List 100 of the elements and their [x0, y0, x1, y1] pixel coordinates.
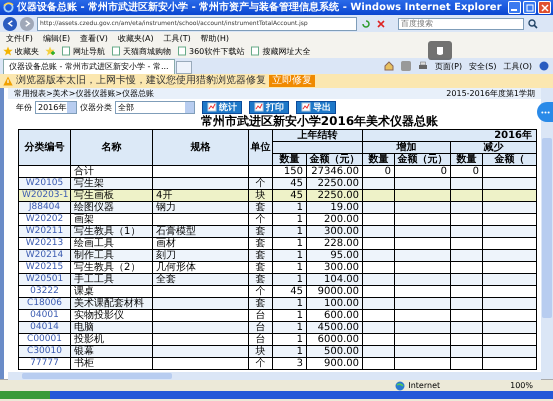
menu-item[interactable]: 文件(F): [6, 32, 33, 44]
table-cell-text: 1: [296, 298, 303, 309]
command-menu[interactable]: 页面(P): [435, 60, 462, 72]
print-button[interactable]: 打印: [249, 100, 289, 114]
table-cell-text: 个: [254, 286, 266, 297]
start-button[interactable]: [0, 391, 50, 399]
star-icon: [3, 46, 13, 56]
stop-icon[interactable]: [375, 18, 387, 30]
column-header: 单位: [250, 142, 271, 153]
table-cell-text: 9000.00: [316, 286, 359, 297]
add-favorite-icon[interactable]: [45, 46, 55, 56]
column-header: 上年结转: [296, 130, 338, 141]
search-field[interactable]: 百度搜索: [398, 18, 524, 30]
table-cell-text: 几何形体: [156, 262, 197, 273]
chart-icon: [207, 102, 217, 112]
table-cell: 27346.00: [310, 166, 359, 177]
report-title: 常州市武进区新安小学2016年美术仪器总账: [200, 115, 440, 128]
minimize-icon: [511, 9, 517, 11]
table-cell-text: 石膏模型: [156, 226, 197, 237]
breadcrumb: 常用报表>美术>仪器仪器账>仪器总账: [14, 88, 154, 99]
table-cell-text: 套: [254, 262, 266, 273]
table-cell-text: 套: [254, 202, 266, 213]
command-menu[interactable]: 工具(O): [503, 60, 532, 72]
horizontal-scrollbar[interactable]: [8, 372, 541, 380]
favorite-link[interactable]: 360软件下载站: [177, 46, 244, 56]
column-header: 分类编号: [23, 142, 66, 153]
table-cell-text: 绘图仪器: [74, 202, 115, 213]
favorites-button[interactable]: 收藏夹: [3, 46, 39, 56]
refresh-icon[interactable]: [360, 18, 372, 30]
table-cell-text: 45: [289, 190, 303, 201]
column-header: 规格: [190, 142, 212, 153]
table-cell-text: 2250.00: [316, 190, 359, 201]
printer-icon[interactable]: [418, 61, 428, 71]
menu-item[interactable]: 编辑(E): [42, 32, 70, 44]
table-cell-text: 2250.00: [316, 178, 359, 189]
table-cell-text: 套: [254, 226, 266, 237]
table-cell-text: 画材: [156, 238, 177, 249]
new-tab-button[interactable]: [176, 61, 192, 74]
table-cell-text: 1: [296, 202, 303, 213]
table-cell-text: 写生架: [74, 178, 105, 189]
table-cell-text: 块: [254, 346, 266, 357]
chart-icon: [254, 102, 264, 112]
table-cell-text: 1: [296, 226, 303, 237]
chart-icon: [301, 102, 311, 112]
favorite-link[interactable]: 搜藏网址大全: [250, 46, 310, 56]
column-header: 减少: [482, 142, 505, 153]
more-button[interactable]: [537, 102, 553, 122]
minimize-button[interactable]: [508, 1, 521, 14]
command-menu[interactable]: 安全(S): [469, 60, 496, 72]
menu-item[interactable]: 帮助(H): [200, 32, 229, 44]
table-cell-text: 写生画板: [74, 190, 115, 201]
browser-tab[interactable]: 仪器设备总账 - 常州市武进区新安小学 - 常...: [3, 59, 175, 74]
table-cell-text: 套: [254, 298, 266, 309]
back-button[interactable]: [3, 16, 17, 30]
close-icon: [540, 2, 550, 12]
security-zone: Internet: [395, 380, 440, 390]
table-cell-text: 套: [254, 250, 266, 261]
favorite-link[interactable]: 天猫商城购物: [111, 46, 171, 56]
term-label: 2015-2016年度第1学期: [446, 88, 535, 99]
menu-item[interactable]: 工具(T): [164, 32, 191, 44]
column-header: 数量: [455, 154, 478, 165]
table-cell-text: 1: [296, 334, 303, 345]
column-header: 金额（元）: [396, 154, 448, 165]
export-button[interactable]: 导出: [296, 100, 336, 114]
table-cell-text: 个: [254, 214, 266, 225]
browser-logo-icon: [3, 2, 14, 13]
table-cell-text: 1: [296, 310, 303, 321]
zoom-level[interactable]: 100%: [510, 380, 533, 390]
category-dropdown[interactable]: 全部: [115, 100, 195, 114]
table-cell-text: 45: [289, 178, 303, 189]
close-button[interactable]: [538, 1, 551, 14]
floating-widget[interactable]: [428, 41, 452, 60]
table-cell-text: 150: [282, 166, 303, 177]
table-cell-text: 19.00: [329, 202, 359, 213]
year-dropdown[interactable]: 2016年: [35, 100, 77, 114]
favorite-link[interactable]: 网址导航: [61, 46, 105, 56]
column-header: 名称: [100, 142, 122, 153]
table-cell-text: 1: [296, 322, 303, 333]
table-cell-text: 0: [472, 166, 479, 177]
menu-item[interactable]: 收藏夹(A): [118, 32, 154, 44]
globe-icon: [395, 380, 406, 390]
table-cell-text: 1: [296, 262, 303, 273]
table-cell-text: 个: [254, 358, 266, 369]
table-cell-text: 1: [296, 274, 303, 285]
table-cell-text: 228.00: [323, 238, 359, 249]
menu-item[interactable]: 查看(V): [80, 32, 108, 44]
table-cell-text: 1: [296, 214, 303, 225]
table-cell-text: 500.00: [323, 346, 359, 357]
category-label: 仪器分类: [80, 102, 112, 112]
table-cell-text: 0: [384, 166, 391, 177]
table-cell-text: 100.00: [323, 298, 359, 309]
more-icon: [540, 110, 550, 114]
home-icon[interactable]: [384, 61, 394, 71]
column-header: 金额（元）: [308, 154, 360, 165]
maximize-button[interactable]: [523, 1, 536, 14]
stats-button[interactable]: 统计: [202, 100, 242, 114]
table-cell-text: 块: [254, 190, 266, 201]
vertical-scrollbar[interactable]: [541, 88, 553, 379]
column-header: 2016年: [493, 130, 532, 141]
search-icon[interactable]: [527, 18, 539, 30]
